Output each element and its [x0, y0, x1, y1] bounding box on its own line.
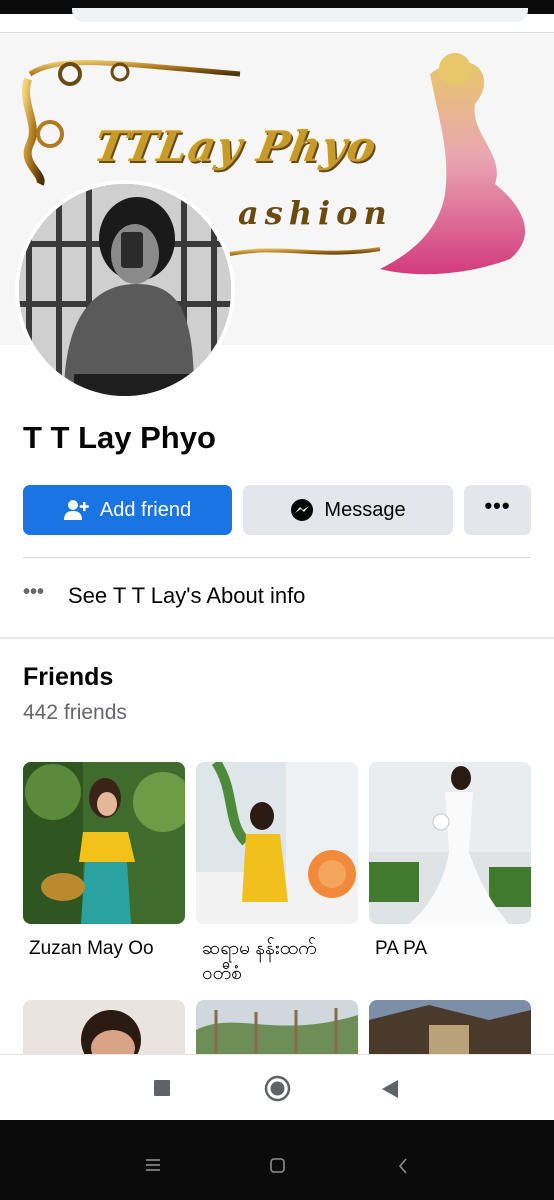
friend-card[interactable]: ဆရာမ နန်းထက် ဝတီစံ [196, 762, 358, 986]
add-friend-button[interactable]: Add friend [23, 485, 232, 535]
circle-home-icon[interactable] [264, 1075, 291, 1107]
friend-name[interactable]: Zuzan May Oo [23, 936, 185, 961]
add-person-icon [63, 499, 90, 521]
profile-name: T T Lay Phyo [23, 420, 216, 455]
triangle-back-icon[interactable] [380, 1079, 400, 1104]
friend-photo[interactable] [23, 762, 185, 924]
cover-title-text: TTLay Phyo [90, 122, 381, 171]
message-label: Message [324, 498, 406, 521]
menu-lines-icon[interactable] [145, 1158, 161, 1177]
friend-photo[interactable] [196, 762, 358, 924]
about-info-link[interactable]: ••• See T T Lay's About info [23, 578, 305, 614]
square-icon[interactable] [270, 1158, 285, 1178]
friend-card[interactable]: PA PA [369, 762, 531, 961]
friend-name[interactable]: ဆရာမ နန်းထက် ဝတီစံ [196, 936, 358, 986]
friend-photo[interactable] [23, 1000, 185, 1054]
friend-name[interactable]: PA PA [369, 936, 531, 961]
profile-picture[interactable] [15, 180, 235, 400]
about-info-label: See T T Lay's About info [68, 583, 306, 608]
system-nav-bar [0, 1120, 554, 1200]
cover-subtitle-text: ashion [238, 194, 393, 232]
more-horizontal-icon: ••• [23, 580, 45, 603]
square-stop-icon[interactable] [153, 1079, 171, 1102]
friends-count: 442 friends [23, 701, 127, 724]
friend-photo[interactable] [196, 1000, 358, 1054]
top-bar [0, 0, 554, 33]
messenger-icon [290, 498, 314, 522]
bottom-nav-bar [0, 1054, 554, 1120]
friend-photo[interactable] [369, 1000, 531, 1054]
avatar-photo [19, 184, 231, 396]
avatar [19, 184, 231, 396]
search-bar[interactable] [72, 8, 528, 22]
more-options-button[interactable]: ••• [464, 485, 531, 535]
chevron-left-icon[interactable] [398, 1158, 408, 1179]
message-button[interactable]: Message [243, 485, 453, 535]
more-horizontal-icon: ••• [484, 493, 511, 518]
add-friend-label: Add friend [99, 498, 192, 521]
friends-heading: Friends [23, 663, 114, 691]
friend-card[interactable]: Zuzan May Oo [23, 762, 185, 961]
section-separator [0, 637, 554, 639]
divider [23, 557, 531, 558]
friend-photo[interactable] [369, 762, 531, 924]
